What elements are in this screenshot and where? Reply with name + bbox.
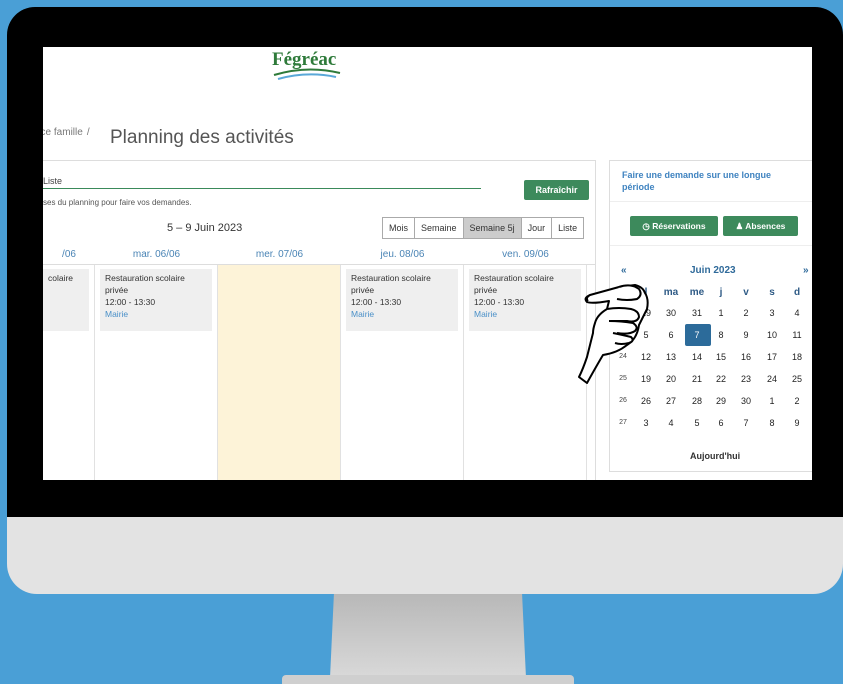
weekday-header: v [743, 287, 749, 298]
event-card[interactable]: Restauration scolaire privée 12:00 - 13:… [346, 269, 458, 331]
divider [610, 201, 812, 202]
calendar-day[interactable]: 3 [636, 418, 656, 428]
pointing-hand-icon [578, 284, 649, 384]
section-title: Liste [43, 176, 63, 186]
hint-text: ses du planning pour faire vos demandes. [43, 198, 192, 207]
absences-label: Absences [745, 221, 786, 231]
day-header: jeu. 08/06 [380, 249, 425, 260]
event-card[interactable]: colaire [43, 269, 89, 331]
calendar-day[interactable]: 8 [711, 330, 731, 340]
calendar-day[interactable]: 30 [736, 396, 756, 406]
view-switcher: Mois Semaine Semaine 5j Jour Liste [382, 217, 585, 239]
calendar-day[interactable]: 7 [736, 418, 756, 428]
calendar-day[interactable]: 5 [687, 418, 707, 428]
calendar-day[interactable]: 23 [736, 374, 756, 384]
calendar-day[interactable]: 31 [687, 308, 707, 318]
calendar-day[interactable]: 29 [711, 396, 731, 406]
calendar-day[interactable]: 6 [711, 418, 731, 428]
today-button[interactable]: Aujourd'hui [690, 451, 740, 461]
day-column: Restauration scolaire privée 12:00 - 13:… [341, 265, 464, 480]
calendar-day[interactable]: 24 [762, 374, 782, 384]
calendar-day[interactable]: 9 [736, 330, 756, 340]
refresh-button[interactable]: Rafraîchir [524, 180, 589, 200]
calendar-day[interactable]: 15 [711, 352, 731, 362]
calendar-day[interactable]: 7 [687, 330, 707, 340]
weekday-header: j [719, 287, 723, 298]
absences-button[interactable]: ♟ Absences [723, 216, 798, 236]
day-header: ven. 09/06 [502, 249, 549, 260]
request-title: Faire une demande sur une longue période [622, 170, 772, 192]
calendar-day[interactable]: 18 [787, 352, 807, 362]
calendar-day[interactable]: 1 [762, 396, 782, 406]
calendar-day[interactable]: 2 [787, 396, 807, 406]
calendar-day[interactable]: 3 [762, 308, 782, 318]
calendar-day[interactable]: 26 [636, 396, 656, 406]
breadcrumb-separator: / [86, 127, 90, 138]
event-title: Restauration scolaire [105, 273, 185, 283]
view-day-button[interactable]: Jour [520, 217, 553, 239]
week-number: 27 [619, 419, 627, 426]
calendar-day[interactable]: 16 [736, 352, 756, 362]
calendar-day[interactable]: 4 [661, 418, 681, 428]
view-list-button[interactable]: Liste [551, 217, 585, 239]
view-month-button[interactable]: Mois [382, 217, 416, 239]
calendar-day[interactable]: 21 [687, 374, 707, 384]
weekday-header: me [689, 287, 705, 298]
day-column: colaire [43, 265, 95, 480]
calendar-day[interactable]: 10 [762, 330, 782, 340]
day-header: mar. 06/06 [132, 249, 181, 260]
event-location: Mairie [351, 309, 375, 319]
event-card[interactable]: Restauration scolaire privée 12:00 - 13:… [100, 269, 212, 331]
monitor-base [282, 675, 574, 684]
calendar-day[interactable]: 1 [711, 308, 731, 318]
page-title: Planning des activités [110, 127, 294, 148]
section-underline [43, 188, 481, 189]
event-title: Restauration scolaire [351, 273, 431, 283]
weekday-header: s [769, 287, 775, 298]
planning-panel: Liste ses du planning pour faire vos dem… [43, 160, 596, 480]
calendar-day[interactable]: 22 [711, 374, 731, 384]
day-header: /06 [62, 249, 76, 260]
breadcrumb-item[interactable]: ace famille [43, 127, 83, 138]
divider [610, 245, 812, 246]
event-location: Mairie [105, 309, 129, 319]
calendar-day[interactable]: 9 [787, 418, 807, 428]
calendar-day[interactable]: 17 [762, 352, 782, 362]
next-month-button[interactable]: » [803, 265, 809, 276]
weekday-header: d [793, 287, 801, 298]
event-time: 12:00 - 13:30 [105, 297, 156, 307]
view-week5-button[interactable]: Semaine 5j [462, 217, 522, 239]
event-title-line2: privée [105, 285, 129, 295]
date-range: 5 – 9 Juin 2023 [167, 222, 243, 234]
logo-waves-icon [273, 68, 341, 80]
week-number: 26 [619, 397, 627, 404]
day-column-today [218, 265, 341, 480]
calendar-day[interactable]: 28 [687, 396, 707, 406]
calendar-day[interactable]: 11 [787, 330, 807, 340]
screen: Fégréac ace famille/ Planning des activi… [43, 47, 812, 480]
user-plus-icon: ♟ [735, 221, 744, 231]
view-week-button[interactable]: Semaine [414, 217, 464, 239]
event-title: colaire [48, 273, 74, 283]
calendar-day[interactable]: 4 [787, 308, 807, 318]
month-title[interactable]: Juin 2023 [690, 265, 736, 276]
clock-icon: ◷ [642, 221, 650, 231]
event-title-line2: privée [351, 285, 375, 295]
monitor-chin [7, 517, 843, 594]
reservations-button[interactable]: ◷ Réservations [630, 216, 718, 236]
day-column: Restauration scolaire privée 12:00 - 13:… [95, 265, 218, 480]
calendar-day[interactable]: 14 [687, 352, 707, 362]
day-header: mer. 07/06 [255, 249, 304, 260]
monitor-stand [330, 594, 526, 678]
event-time: 12:00 - 13:30 [351, 297, 402, 307]
day-header-row: /06 mar. 06/06 mer. 07/06 jeu. 08/06 ven… [43, 246, 595, 265]
breadcrumb: ace famille/ [43, 127, 94, 138]
logo: Fégréac [272, 49, 342, 87]
calendar-day[interactable]: 2 [736, 308, 756, 318]
calendar-day[interactable]: 8 [762, 418, 782, 428]
calendar-day[interactable]: 25 [787, 374, 807, 384]
calendar-day[interactable]: 27 [661, 396, 681, 406]
reservations-label: Réservations [652, 221, 706, 231]
